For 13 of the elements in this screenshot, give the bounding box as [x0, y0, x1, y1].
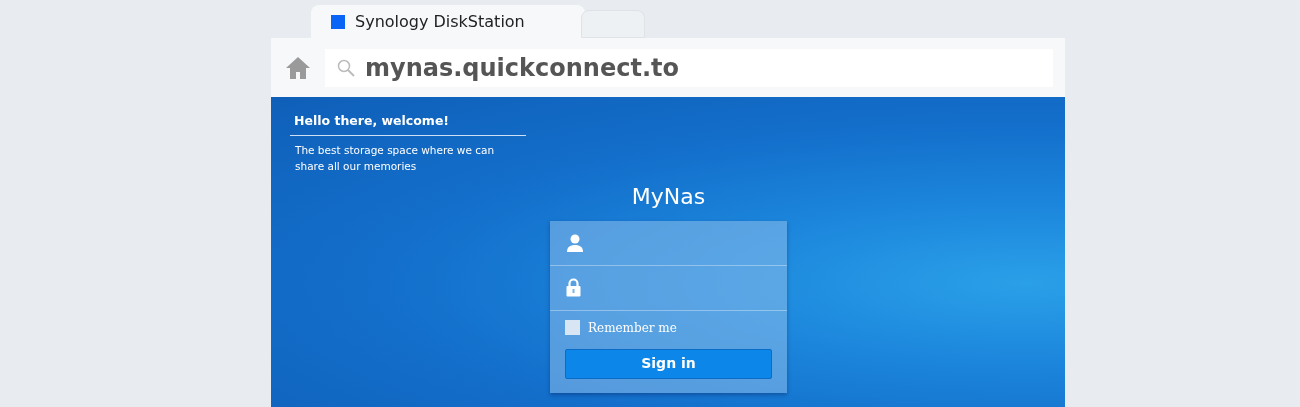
- welcome-title: Hello there, welcome!: [290, 112, 526, 136]
- remember-label: Remember me: [588, 319, 677, 337]
- login-title: MyNas: [630, 182, 707, 211]
- lock-icon: [566, 278, 581, 298]
- user-icon: [566, 233, 584, 252]
- browser-tab[interactable]: Synology DiskStation: [311, 5, 585, 38]
- home-icon[interactable]: [285, 55, 311, 80]
- favicon-icon: [331, 14, 345, 29]
- sign-in-button[interactable]: Sign in: [565, 348, 772, 379]
- address-bar[interactable]: mynas.quickconnect.to: [325, 48, 1053, 87]
- welcome-message: The best storage space where we can share all our memories: [294, 142, 496, 174]
- search-icon: [337, 58, 355, 77]
- remember-checkbox[interactable]: [565, 320, 580, 336]
